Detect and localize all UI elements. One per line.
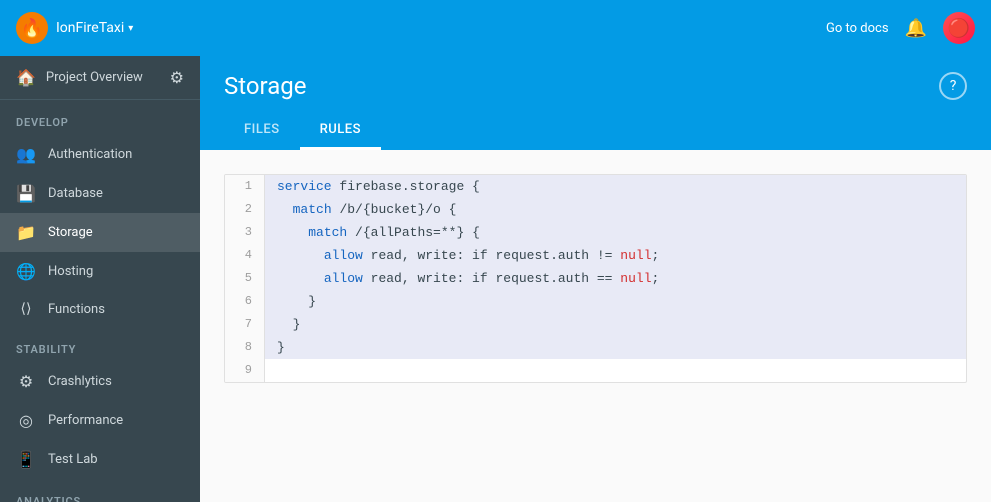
- authentication-icon: 👥: [16, 145, 36, 164]
- content-area: Storage ? FILES RULES 1 service firebase…: [200, 56, 991, 502]
- sidebar: 🏠 Project Overview ⚙ DEVELOP 👥 Authentic…: [0, 56, 200, 502]
- firebase-flame-icon: 🔥: [21, 18, 43, 39]
- top-bar: 🔥 IonFireTaxi ▾ Go to docs 🔔 🔴: [0, 0, 991, 56]
- line-number-6: 6: [225, 290, 265, 313]
- line-content-7: }: [265, 313, 966, 336]
- code-line-7: 7 }: [225, 313, 966, 336]
- code-line-5: 5 allow read, write: if request.auth == …: [225, 267, 966, 290]
- chevron-down-icon: ▾: [128, 23, 133, 34]
- sidebar-item-storage[interactable]: 📁 Storage: [0, 213, 200, 252]
- code-lines: 1 service firebase.storage { 2 match /b/…: [225, 175, 966, 382]
- line-content-6: }: [265, 290, 966, 313]
- hosting-label: Hosting: [48, 264, 93, 279]
- help-icon[interactable]: ?: [939, 72, 967, 100]
- line-content-3: match /{allPaths=**} {: [265, 221, 966, 244]
- sidebar-item-database[interactable]: 💾 Database: [0, 174, 200, 213]
- develop-section-label: DEVELOP: [0, 100, 200, 135]
- go-to-docs-link[interactable]: Go to docs: [826, 21, 889, 36]
- crashlytics-icon: ⚙: [16, 372, 36, 391]
- performance-icon: ◎: [16, 411, 36, 430]
- line-content-1: service firebase.storage {: [265, 175, 966, 198]
- settings-icon[interactable]: ⚙: [170, 68, 184, 87]
- content-header-top: Storage ?: [224, 72, 967, 100]
- project-name: IonFireTaxi: [56, 20, 124, 36]
- authentication-label: Authentication: [48, 147, 132, 162]
- stability-section-label: STABILITY: [0, 327, 200, 362]
- line-number-7: 7: [225, 313, 265, 336]
- analytics-section-label: ANALYTICS: [0, 479, 200, 502]
- code-line-6: 6 }: [225, 290, 966, 313]
- top-bar-right: Go to docs 🔔 🔴: [826, 12, 975, 44]
- code-line-1: 1 service firebase.storage {: [225, 175, 966, 198]
- avatar-icon: 🔴: [948, 18, 970, 39]
- functions-icon: ⟨⟩: [16, 301, 36, 317]
- line-content-2: match /b/{bucket}/o {: [265, 198, 966, 221]
- line-content-9: [265, 359, 966, 382]
- tab-files[interactable]: FILES: [224, 112, 300, 150]
- project-selector[interactable]: IonFireTaxi ▾: [56, 20, 133, 36]
- testlab-label: Test Lab: [48, 452, 98, 467]
- sidebar-item-hosting[interactable]: 🌐 Hosting: [0, 252, 200, 291]
- performance-label: Performance: [48, 413, 123, 428]
- user-avatar[interactable]: 🔴: [943, 12, 975, 44]
- line-content-4: allow read, write: if request.auth != nu…: [265, 244, 966, 267]
- top-bar-left: 🔥 IonFireTaxi ▾: [16, 12, 133, 44]
- database-label: Database: [48, 186, 103, 201]
- code-line-4: 4 allow read, write: if request.auth != …: [225, 244, 966, 267]
- code-line-8: 8 }: [225, 336, 966, 359]
- line-number-8: 8: [225, 336, 265, 359]
- project-overview-item[interactable]: 🏠 Project Overview: [16, 68, 143, 87]
- code-line-3: 3 match /{allPaths=**} {: [225, 221, 966, 244]
- sidebar-item-functions[interactable]: ⟨⟩ Functions: [0, 291, 200, 327]
- testlab-icon: 📱: [16, 450, 36, 469]
- line-number-3: 3: [225, 221, 265, 244]
- bell-icon[interactable]: 🔔: [905, 18, 927, 39]
- firebase-logo: 🔥: [16, 12, 48, 44]
- code-area: 1 service firebase.storage { 2 match /b/…: [200, 150, 991, 502]
- line-content-8: }: [265, 336, 966, 359]
- sidebar-item-authentication[interactable]: 👥 Authentication: [0, 135, 200, 174]
- line-content-5: allow read, write: if request.auth == nu…: [265, 267, 966, 290]
- line-number-5: 5: [225, 267, 265, 290]
- content-header: Storage ? FILES RULES: [200, 56, 991, 150]
- sidebar-item-performance[interactable]: ◎ Performance: [0, 401, 200, 440]
- crashlytics-label: Crashlytics: [48, 374, 112, 389]
- code-line-2: 2 match /b/{bucket}/o {: [225, 198, 966, 221]
- line-number-1: 1: [225, 175, 265, 198]
- sidebar-item-crashlytics[interactable]: ⚙ Crashlytics: [0, 362, 200, 401]
- database-icon: 💾: [16, 184, 36, 203]
- main-layout: 🏠 Project Overview ⚙ DEVELOP 👥 Authentic…: [0, 56, 991, 502]
- line-number-2: 2: [225, 198, 265, 221]
- storage-label: Storage: [48, 225, 93, 240]
- code-line-9: 9: [225, 359, 966, 382]
- page-title: Storage: [224, 72, 306, 100]
- code-editor[interactable]: 1 service firebase.storage { 2 match /b/…: [224, 174, 967, 383]
- sidebar-project-row: 🏠 Project Overview ⚙: [0, 56, 200, 100]
- storage-icon: 📁: [16, 223, 36, 242]
- line-number-4: 4: [225, 244, 265, 267]
- tabs: FILES RULES: [224, 112, 967, 150]
- line-number-9: 9: [225, 359, 265, 382]
- home-icon: 🏠: [16, 68, 36, 87]
- project-overview-label: Project Overview: [46, 70, 143, 85]
- sidebar-item-testlab[interactable]: 📱 Test Lab: [0, 440, 200, 479]
- functions-label: Functions: [48, 302, 105, 317]
- hosting-icon: 🌐: [16, 262, 36, 281]
- tab-rules[interactable]: RULES: [300, 112, 381, 150]
